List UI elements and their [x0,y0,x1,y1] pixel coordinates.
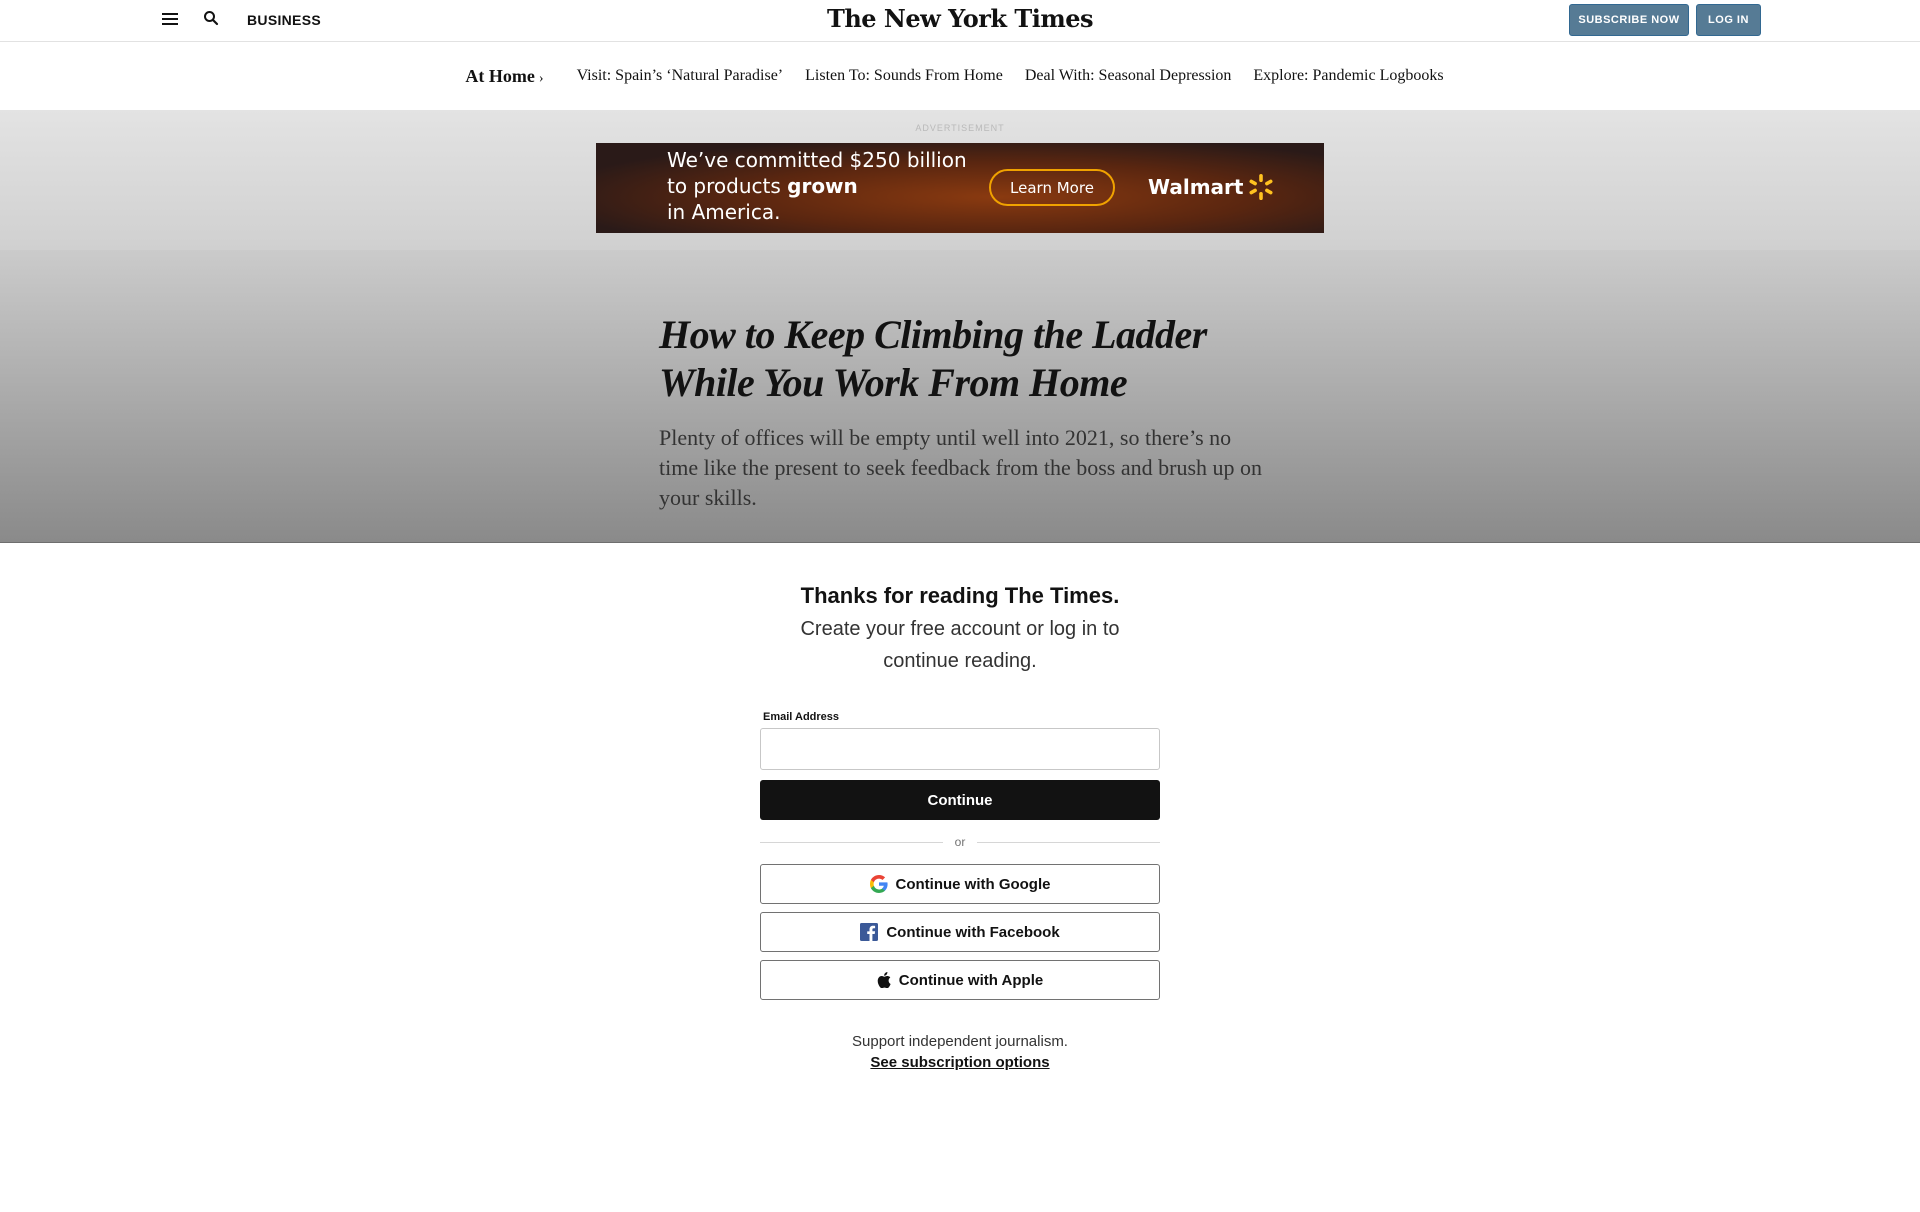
continue-button[interactable]: Continue [760,780,1160,820]
article-summary: Plenty of offices will be empty until we… [659,425,1263,510]
google-icon [869,875,888,893]
or-divider: or [760,834,1161,850]
divider-line-left [760,841,943,843]
subnav-home-label: At Home [465,65,535,86]
subscription-options-link[interactable]: See subscription options [0,1054,1920,1071]
subscribe-button[interactable]: SUBSCRIBE NOW [1569,4,1689,36]
ad-line-2b: grown [787,174,858,198]
facebook-button-label: Continue with Facebook [886,923,1060,941]
walmart-spark-icon [1249,174,1273,200]
ad-line-2a: to products [667,174,781,198]
continue-with-facebook-button[interactable]: Continue with Facebook [760,912,1160,952]
chevron-right-icon: › [538,70,544,86]
facebook-icon [860,923,879,941]
walmart-ad-banner[interactable]: We’ve committed $250 billion to products… [596,143,1324,233]
login-button[interactable]: LOG IN [1696,4,1761,36]
subnav-link-deal[interactable]: Deal With: Seasonal Depression [1025,67,1232,85]
apple-button-label: Continue with Apple [898,971,1044,989]
masthead: BUSINESS The New York Times SUBSCRIBE NO… [0,0,1920,42]
divider-line-right [977,841,1161,843]
subnav-link-explore[interactable]: Explore: Pandemic Logbooks [1253,67,1443,85]
or-label: or [954,835,966,849]
ad-label: ADVERTISEMENT [915,123,1005,133]
ad-copy: We’ve committed $250 billion to products… [667,147,967,225]
section-subnav: At Home › Visit: Spain’s ‘Natural Paradis… [0,42,1920,110]
paywall-subtitle: Create your free account or log in to co… [800,618,1120,672]
paywall-title: Thanks for reading The Times. [800,583,1120,608]
subnav-link-listen[interactable]: Listen To: Sounds From Home [805,67,1003,85]
ad-brand: Walmart [1148,173,1275,201]
google-button-label: Continue with Google [895,875,1051,893]
subnav-link-visit[interactable]: Visit: Spain’s ‘Natural Paradise’ [577,67,784,85]
ad-learn-more-button[interactable]: Learn More [989,169,1115,206]
ad-line-1: We’ve committed $250 billion [667,148,967,172]
email-field[interactable] [760,728,1160,770]
walmart-wordmark: Walmart [1148,175,1244,199]
subnav-home-link[interactable]: At Home › [465,66,543,87]
ad-line-2: to products grown [667,173,967,199]
continue-with-apple-button[interactable]: Continue with Apple [760,960,1160,1000]
continue-with-google-button[interactable]: Continue with Google [760,864,1160,904]
support-text: Support independent journalism. [852,1033,1068,1050]
email-label: Email Address [763,711,840,723]
ad-line-3: in America. [667,200,781,224]
article-headline: How to Keep Climbing the Ladder While Yo… [659,312,1207,405]
apple-icon [877,972,891,988]
